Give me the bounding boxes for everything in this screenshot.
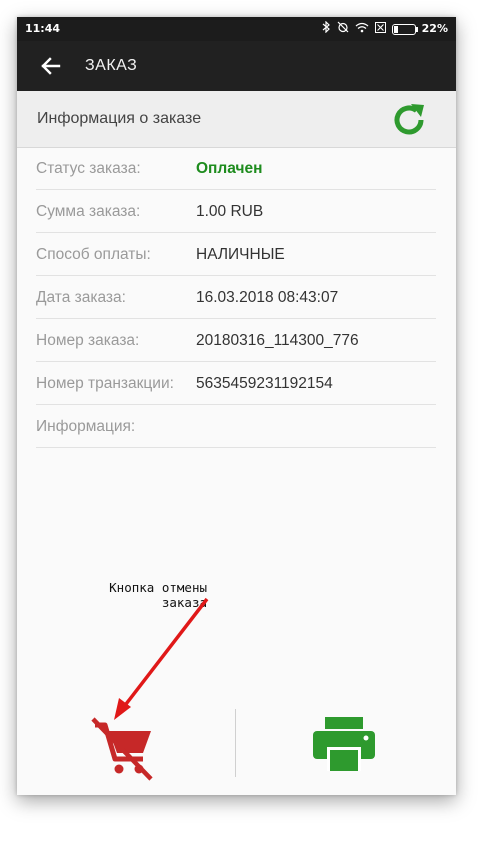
order-status-value: Оплачен bbox=[196, 160, 263, 177]
field-label: Статус заказа: bbox=[36, 160, 141, 177]
order-date-row: Дата заказа: 16.03.2018 08:43:07 bbox=[36, 276, 436, 319]
order-status-row: Статус заказа: Оплачен bbox=[36, 147, 436, 190]
field-label: Номер заказа: bbox=[36, 332, 140, 349]
field-label: Способ оплаты: bbox=[36, 246, 151, 263]
back-arrow-icon[interactable] bbox=[37, 52, 65, 80]
battery-percent: 22% bbox=[421, 22, 448, 35]
printer-icon bbox=[313, 717, 375, 771]
print-button[interactable] bbox=[309, 715, 379, 775]
transaction-number-value: 5635459231192154 bbox=[196, 375, 333, 392]
page-title: ЗАКАЗ bbox=[85, 57, 138, 74]
field-label: Дата заказа: bbox=[36, 289, 126, 306]
status-time: 11:44 bbox=[25, 22, 61, 35]
app-bar: ЗАКАЗ bbox=[17, 41, 456, 91]
annotation-line-2: заказа bbox=[161, 595, 207, 610]
annotation-line-1: Кнопка отмены bbox=[109, 580, 207, 595]
sim-off-icon bbox=[374, 21, 386, 37]
order-info-header: Информация о заказе bbox=[17, 91, 456, 148]
bluetooth-icon bbox=[322, 20, 331, 37]
transaction-number-row: Номер транзакции: 5635459231192154 bbox=[36, 362, 436, 405]
field-label: Информация: bbox=[36, 418, 136, 435]
cart-cancel-icon bbox=[91, 717, 153, 781]
field-label: Сумма заказа: bbox=[36, 203, 141, 220]
information-row: Информация: bbox=[36, 405, 436, 448]
status-icons: 22% bbox=[322, 20, 448, 37]
battery-icon bbox=[391, 23, 418, 35]
status-bar: 11:44 22% bbox=[17, 17, 456, 41]
payment-method-row: Способ оплаты: НАЛИЧНЫЕ bbox=[36, 233, 436, 276]
alarm-off-icon bbox=[337, 21, 349, 37]
wifi-icon bbox=[355, 22, 369, 37]
phone-screen: 11:44 22% ЗАКАЗ Информация о заказе Стат… bbox=[17, 17, 456, 795]
order-details-list: Статус заказа: Оплачен Сумма заказа: 1.0… bbox=[36, 147, 436, 448]
action-divider bbox=[235, 709, 236, 777]
order-amount-row: Сумма заказа: 1.00 RUB bbox=[36, 190, 436, 233]
cancel-order-button[interactable] bbox=[87, 711, 159, 783]
order-amount-value: 1.00 RUB bbox=[196, 203, 264, 220]
order-number-row: Номер заказа: 20180316_114300_776 bbox=[36, 319, 436, 362]
cancel-button-annotation: Кнопка отмены заказа bbox=[87, 580, 207, 610]
order-info-title: Информация о заказе bbox=[37, 110, 202, 127]
order-number-value: 20180316_114300_776 bbox=[196, 332, 359, 349]
action-bar bbox=[17, 697, 456, 795]
payment-method-value: НАЛИЧНЫЕ bbox=[196, 246, 285, 263]
order-date-value: 16.03.2018 08:43:07 bbox=[196, 289, 339, 306]
field-label: Номер транзакции: bbox=[36, 375, 174, 392]
refresh-icon[interactable] bbox=[390, 101, 428, 139]
